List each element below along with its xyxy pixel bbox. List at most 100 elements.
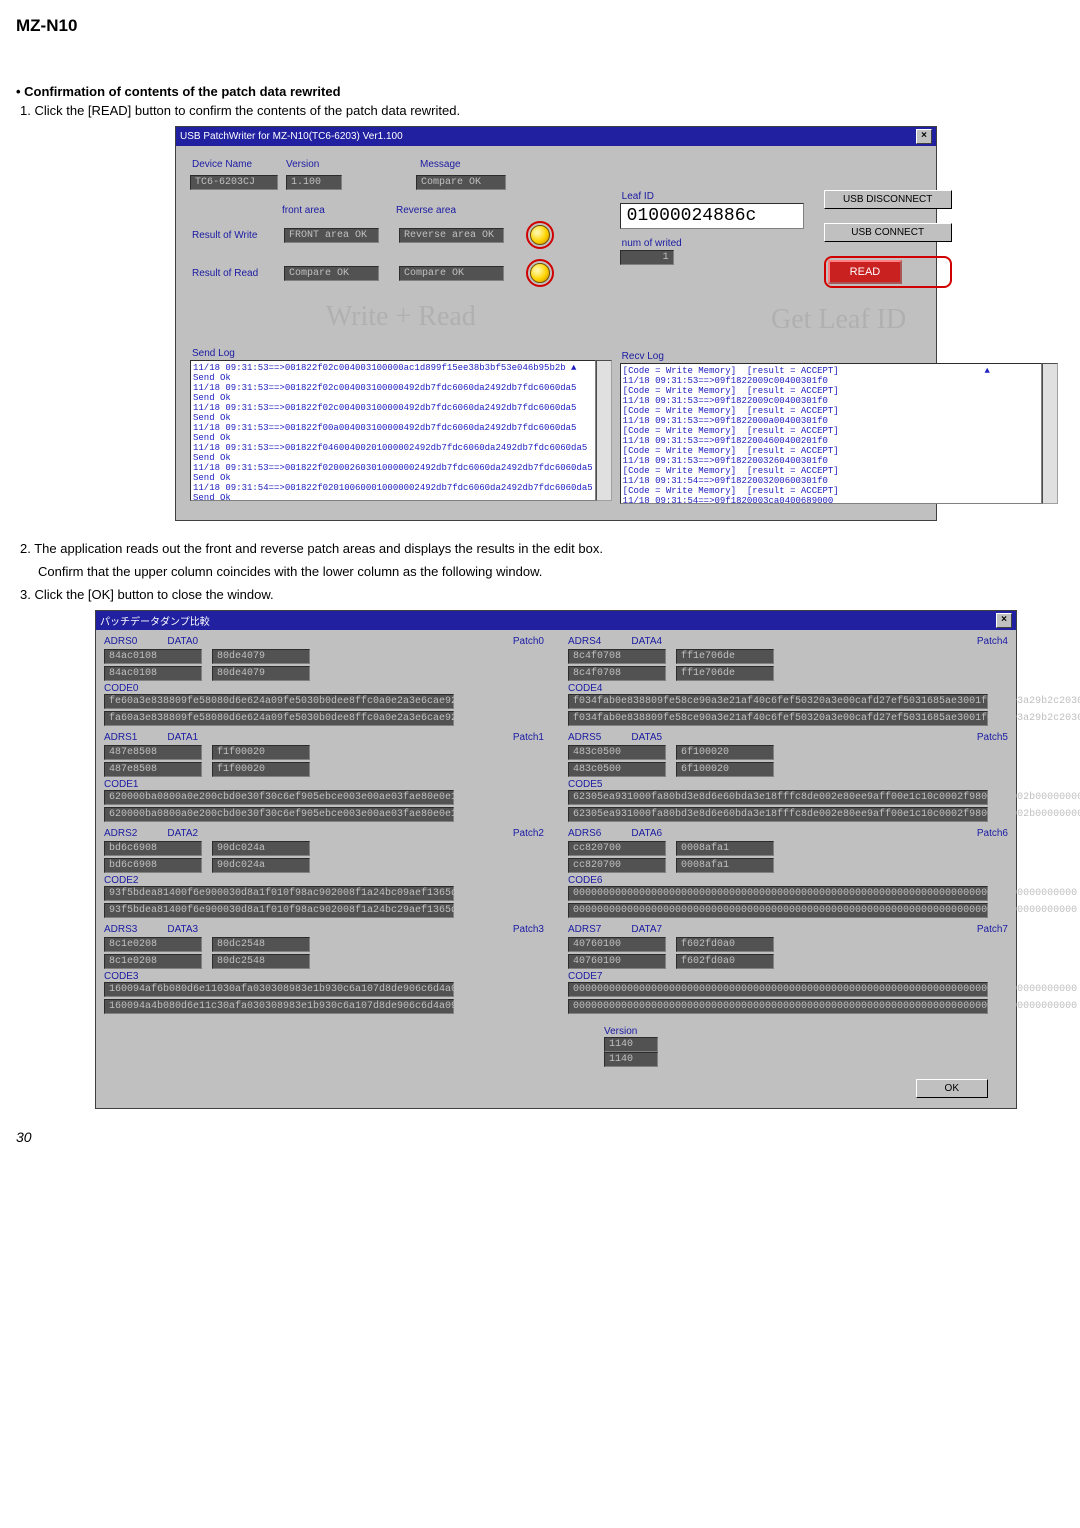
code-field: f034fab0e838809fe58ce90a3e21af40c6fef503… [568,694,988,709]
step-1: 1. Click the [READ] button to confirm th… [20,103,1080,118]
ghost-write-read: Write + Read [190,291,612,347]
code-field: 93f5bdea81400f6e900030d8a1f010f98ac90200… [104,886,454,901]
send-log[interactable]: 11/18 09:31:53==>001822f02c004003100000a… [190,360,596,501]
leaf-id-label: Leaf ID [620,190,804,203]
data-field: 0008afa1 [676,841,774,856]
step-3: 3. Click the [OK] button to close the wi… [20,587,1080,602]
code-label: CODE7 [568,971,1008,982]
data-field: ff1e706de [676,649,774,664]
data-field: 80de4079 [212,649,310,664]
code-field: 62305ea931000fa80bd3e8d6e60bda3e18fffc8d… [568,807,988,822]
scrollbar[interactable] [596,360,612,501]
data-field: 80dc2548 [212,954,310,969]
usb-disconnect-button[interactable]: USB DISCONNECT [824,190,952,209]
window-title-2: パッチデータダンプ比較 [100,613,210,628]
close-icon[interactable]: × [916,129,932,144]
code-field: 0000000000000000000000000000000000000000… [568,999,988,1014]
patch-block-1: ADRS1DATA1Patch1487e8508f1f00020487e8508… [104,732,544,822]
num-writed-label: num of writed [620,237,804,250]
patch-block-3: ADRS3DATA3Patch38c1e020880dc25488c1e0208… [104,924,544,1014]
data-label: DATA7 [631,924,662,935]
result-write-label: Result of Write [190,229,276,242]
recv-log-label: Recv Log [620,350,1058,363]
recv-log-area: [Code = Write Memory] [result = ACCEPT] … [620,363,1058,504]
read-button-ring: READ [824,256,952,288]
adrs-field: 8c4f0708 [568,649,666,664]
code-label: CODE6 [568,875,1008,886]
patch-num: Patch7 [977,924,1008,935]
code-field: 0000000000000000000000000000000000000000… [568,886,988,901]
adrs-field: cc820700 [568,858,666,873]
data-field: 6f100020 [676,762,774,777]
section-heading: • Confirmation of contents of the patch … [16,84,1080,99]
adrs-field: 40760100 [568,954,666,969]
data-field: 90dc024a [212,858,310,873]
adrs-field: cc820700 [568,841,666,856]
code-field: 93f5bdea81400f6e900030d8a1f010f98ac90200… [104,903,454,918]
adrs-label: ADRS5 [568,732,601,743]
adrs-field: 8c1e0208 [104,937,202,952]
send-log-area: 11/18 09:31:53==>001822f02c004003100000a… [190,360,612,501]
code-field: fa60a3e838809fe58080d6e624a09fe5030b0dee… [104,711,454,726]
read-button[interactable]: READ [828,260,903,284]
data-label: DATA3 [167,924,198,935]
patch-num: Patch0 [513,636,544,647]
data-field: 90dc024a [212,841,310,856]
code-field: 160094af6b080d6e11030afa030308983e1b930c… [104,982,454,997]
patch-block-2: ADRS2DATA2Patch2bd6c690890dc024abd6c6908… [104,828,544,918]
titlebar: USB PatchWriter for MZ-N10(TC6-6203) Ver… [176,127,936,146]
data-field: 0008afa1 [676,858,774,873]
message-field: Compare OK [416,175,506,190]
code-field: 620000ba0800a0e200cbd0e30f30c6ef905ebce0… [104,807,454,822]
data-field: 80dc2548 [212,937,310,952]
patch-num: Patch4 [977,636,1008,647]
patchwriter-window: USB PatchWriter for MZ-N10(TC6-6203) Ver… [175,126,937,521]
data-label: DATA1 [167,732,198,743]
code-field: 620000ba0800a0e200cbd0e30f30c6ef905ebce0… [104,790,454,805]
write-reverse-status: Reverse area OK [399,228,504,243]
led-icon [530,225,550,245]
recv-log[interactable]: [Code = Write Memory] [result = ACCEPT] … [620,363,1042,504]
code-field: f034fab0e838809fe58ce90a3e21af40c6fef503… [568,711,988,726]
step-2b: Confirm that the upper column coincides … [38,564,1080,579]
code-field: 62305ea931000fa80bd3e8d6e60bda3e18fffc8d… [568,790,988,805]
patch-block-4: ADRS4DATA4Patch48c4f0708ff1e706de8c4f070… [568,636,1008,726]
num-writed-field: 1 [620,250,674,265]
write-led-ring [526,221,554,249]
code-label: CODE3 [104,971,544,982]
leaf-id-field: 01000024886c [620,203,804,229]
write-front-status: FRONT area OK [284,228,379,243]
patch-block-6: ADRS6DATA6Patch6cc8207000008afa1cc820700… [568,828,1008,918]
patch-block-7: ADRS7DATA7Patch740760100f602fd0a04076010… [568,924,1008,1014]
send-log-label: Send Log [190,347,612,360]
device-name-label: Device Name [190,158,284,171]
adrs-label: ADRS7 [568,924,601,935]
scrollbar[interactable] [1042,363,1058,504]
adrs-field: 84ac0108 [104,666,202,681]
adrs-field: 487e8508 [104,762,202,777]
adrs-label: ADRS3 [104,924,137,935]
code-label: CODE1 [104,779,544,790]
adrs-label: ADRS1 [104,732,137,743]
data-field: 6f100020 [676,745,774,760]
usb-connect-button[interactable]: USB CONNECT [824,223,952,242]
data-label: DATA0 [167,636,198,647]
data-field: f1f00020 [212,745,310,760]
version-field-a: 1140 [604,1037,658,1052]
titlebar-2: パッチデータダンプ比較 × [96,611,1016,630]
adrs-label: ADRS0 [104,636,137,647]
data-field: f602fd0a0 [676,937,774,952]
version-label: Version [284,158,348,171]
patch-block-5: ADRS5DATA5Patch5483c05006f100020483c0500… [568,732,1008,822]
patch-num: Patch2 [513,828,544,839]
code-field: fe60a3e838809fe58080d6e624a09fe5030b0dee… [104,694,454,709]
adrs-field: 483c0500 [568,762,666,777]
front-area-label: front area [280,204,394,217]
code-label: CODE5 [568,779,1008,790]
ok-button[interactable]: OK [916,1079,988,1098]
adrs-field: 8c1e0208 [104,954,202,969]
code-field: 0000000000000000000000000000000000000000… [568,903,988,918]
device-name-field: TC6-6203CJ [190,175,278,190]
close-icon[interactable]: × [996,613,1012,628]
code-label: CODE4 [568,683,1008,694]
